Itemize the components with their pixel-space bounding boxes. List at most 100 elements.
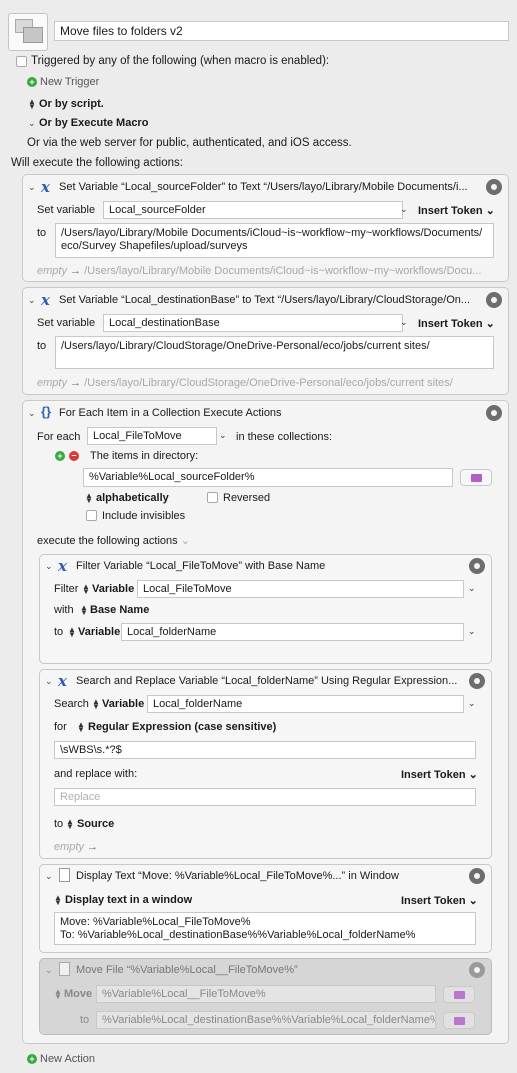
gear-icon[interactable] xyxy=(469,673,485,689)
preview-row: empty → /Users/layo/Library/CloudStorage… xyxy=(37,377,497,389)
updown-icon[interactable]: ▲ ▼ xyxy=(82,583,90,596)
action-title[interactable]: For Each Item in a Collection Execute Ac… xyxy=(59,407,282,419)
collapse-icon[interactable]: ⌄ xyxy=(28,295,36,306)
insert-token-button[interactable]: Insert Token ⌄ xyxy=(418,317,495,330)
action-set-variable-source[interactable]: ⌄ x Set Variable “Local_sourceFolder” to… xyxy=(22,174,509,282)
gear-icon[interactable] xyxy=(469,962,485,978)
chevron-down-icon[interactable]: ⌄ xyxy=(219,430,227,441)
insert-token-button[interactable]: Insert Token ⌄ xyxy=(418,204,495,217)
variable-x-icon: x xyxy=(41,291,50,309)
replace-field[interactable]: Replace xyxy=(54,788,476,806)
collapse-icon[interactable]: ⌄ xyxy=(28,408,36,419)
gear-icon[interactable] xyxy=(486,292,502,308)
or-by-execute-macro[interactable]: Or by Execute Macro xyxy=(39,117,148,129)
chevron-down-icon[interactable]: ⌄ xyxy=(468,626,476,637)
action-set-variable-destination[interactable]: ⌄ x Set Variable “Local_destinationBase”… xyxy=(22,287,509,395)
chevron-down-icon[interactable]: ⌄ xyxy=(468,583,476,594)
add-collection-plus-icon[interactable]: + xyxy=(55,451,65,461)
source-popup[interactable]: Source xyxy=(77,818,114,830)
insert-token-button[interactable]: Insert Token ⌄ xyxy=(401,768,478,781)
include-invisibles-checkbox[interactable] xyxy=(86,510,97,521)
will-execute-label: Will execute the following actions: xyxy=(11,157,183,169)
collapse-icon[interactable]: ⌄ xyxy=(45,561,53,572)
regex-field[interactable]: \sWBS\s.*?$ xyxy=(54,741,476,759)
display-mode-popup[interactable]: Display text in a window xyxy=(65,894,192,906)
execute-macro-disclosure-icon[interactable]: ⌄ xyxy=(28,118,36,129)
variable-popup[interactable]: Variable xyxy=(102,698,144,710)
collapse-icon[interactable]: ⌄ xyxy=(28,182,36,193)
updown-icon[interactable]: ▲ ▼ xyxy=(92,698,100,711)
updown-icon[interactable]: ▲ ▼ xyxy=(54,988,62,1001)
updown-icon[interactable]: ▲ ▼ xyxy=(66,818,74,831)
filter-variable-field[interactable]: Local_FileToMove xyxy=(137,580,464,598)
triggered-checkbox[interactable] xyxy=(16,56,27,67)
gear-icon[interactable] xyxy=(469,868,485,884)
updown-icon[interactable]: ▲ ▼ xyxy=(68,626,76,639)
new-action-plus-icon[interactable]: + xyxy=(27,1054,37,1064)
collapse-icon[interactable]: ⌄ xyxy=(45,965,53,976)
chevron-down-icon[interactable]: ⌄ xyxy=(400,204,408,215)
or-by-script-updown-icon[interactable]: ▲ ▼ xyxy=(28,98,36,111)
insert-token-button[interactable]: Insert Token ⌄ xyxy=(401,894,478,907)
action-title[interactable]: Display Text “Move: %Variable%Local_File… xyxy=(76,870,399,882)
or-by-script-popup[interactable]: Or by script. xyxy=(39,98,104,110)
gear-icon[interactable] xyxy=(486,405,502,421)
updown-icon[interactable]: ▲ ▼ xyxy=(80,604,88,617)
gear-icon[interactable] xyxy=(486,179,502,195)
folder-picker-button[interactable] xyxy=(443,1012,475,1029)
set-variable-label: Set variable xyxy=(37,204,96,216)
gear-icon[interactable] xyxy=(469,558,485,574)
new-trigger-link[interactable]: New Trigger xyxy=(40,76,99,88)
folder-picker-button[interactable] xyxy=(443,986,475,1003)
variable-popup[interactable]: Variable xyxy=(92,583,134,595)
remove-collection-minus-icon[interactable]: – xyxy=(69,451,79,461)
set-variable-label: Set variable xyxy=(37,317,96,329)
action-title[interactable]: Filter Variable “Local_FileToMove” with … xyxy=(76,560,325,572)
to-label: to xyxy=(37,340,47,352)
action-title[interactable]: Search and Replace Variable “Local_folde… xyxy=(76,675,461,687)
web-server-text: Or via the web server for public, authen… xyxy=(27,137,352,149)
new-trigger-plus-icon[interactable]: + xyxy=(27,77,37,87)
empty-label: empty xyxy=(54,841,84,853)
updown-icon[interactable]: ▲ ▼ xyxy=(77,721,85,734)
to-variable-field[interactable]: Local_folderName xyxy=(121,623,464,641)
action-title[interactable]: Set Variable “Local_sourceFolder” to Tex… xyxy=(59,181,479,193)
variable-x-icon: x xyxy=(58,557,67,575)
collapse-icon[interactable]: ⌄ xyxy=(45,676,53,687)
for-each-variable-field[interactable]: Local_FileToMove xyxy=(87,427,217,445)
chevron-down-icon: ⌄ xyxy=(180,535,190,547)
display-text-area[interactable]: Move: %Variable%Local_FileToMove% To: %V… xyxy=(54,912,476,945)
search-variable-field[interactable]: Local_folderName xyxy=(147,695,464,713)
action-search-replace[interactable]: ⌄ x Search and Replace Variable “Local_f… xyxy=(39,669,492,859)
move-source-field[interactable]: %Variable%Local__FileToMove% xyxy=(96,985,436,1003)
folder-picker-button[interactable] xyxy=(460,469,492,486)
base-name-popup[interactable]: Base Name xyxy=(90,604,149,616)
variable-name-field[interactable]: Local_destinationBase xyxy=(103,314,403,332)
collapse-icon[interactable]: ⌄ xyxy=(45,871,53,882)
new-action-link[interactable]: New Action xyxy=(40,1053,95,1065)
move-destination-field[interactable]: %Variable%Local_destinationBase%%Variabl… xyxy=(96,1011,436,1029)
items-in-directory-label: The items in directory: xyxy=(90,450,199,462)
chevron-down-icon[interactable]: ⌄ xyxy=(468,698,476,709)
action-title[interactable]: Set Variable “Local_destinationBase” to … xyxy=(59,294,479,306)
action-for-each[interactable]: ⌄ {} For Each Item in a Collection Execu… xyxy=(22,400,509,1044)
variable-popup[interactable]: Variable xyxy=(78,626,120,638)
variable-name-field[interactable]: Local_sourceFolder xyxy=(103,201,403,219)
action-move-file[interactable]: ⌄ Move File “%Variable%Local__FileToMove… xyxy=(39,958,492,1035)
sort-updown-icon[interactable]: ▲ ▼ xyxy=(85,492,93,505)
directory-field[interactable]: %Variable%Local_sourceFolder% xyxy=(83,468,453,487)
text-value-area[interactable]: /Users/layo/Library/Mobile Documents/iCl… xyxy=(55,223,494,258)
alphabetically-popup[interactable]: alphabetically xyxy=(96,492,169,504)
action-filter-variable[interactable]: ⌄ x Filter Variable “Local_FileToMove” w… xyxy=(39,554,492,664)
action-title[interactable]: Move File “%Variable%Local__FileToMove%” xyxy=(76,964,298,976)
move-popup[interactable]: Move xyxy=(64,988,92,1000)
text-line: /Users/layo/Library/CloudStorage/OneDriv… xyxy=(61,340,430,352)
chevron-down-icon[interactable]: ⌄ xyxy=(400,317,408,328)
text-value-area[interactable]: /Users/layo/Library/CloudStorage/OneDriv… xyxy=(55,336,494,369)
reversed-checkbox[interactable] xyxy=(207,492,218,503)
macro-name-input[interactable]: Move files to folders v2 xyxy=(54,21,509,41)
updown-icon[interactable]: ▲ ▼ xyxy=(54,894,62,907)
regex-mode-popup[interactable]: Regular Expression (case sensitive) xyxy=(88,721,276,733)
chevron-down-icon: ⌄ xyxy=(485,205,495,217)
action-display-text[interactable]: ⌄ Display Text “Move: %Variable%Local_Fi… xyxy=(39,864,492,953)
